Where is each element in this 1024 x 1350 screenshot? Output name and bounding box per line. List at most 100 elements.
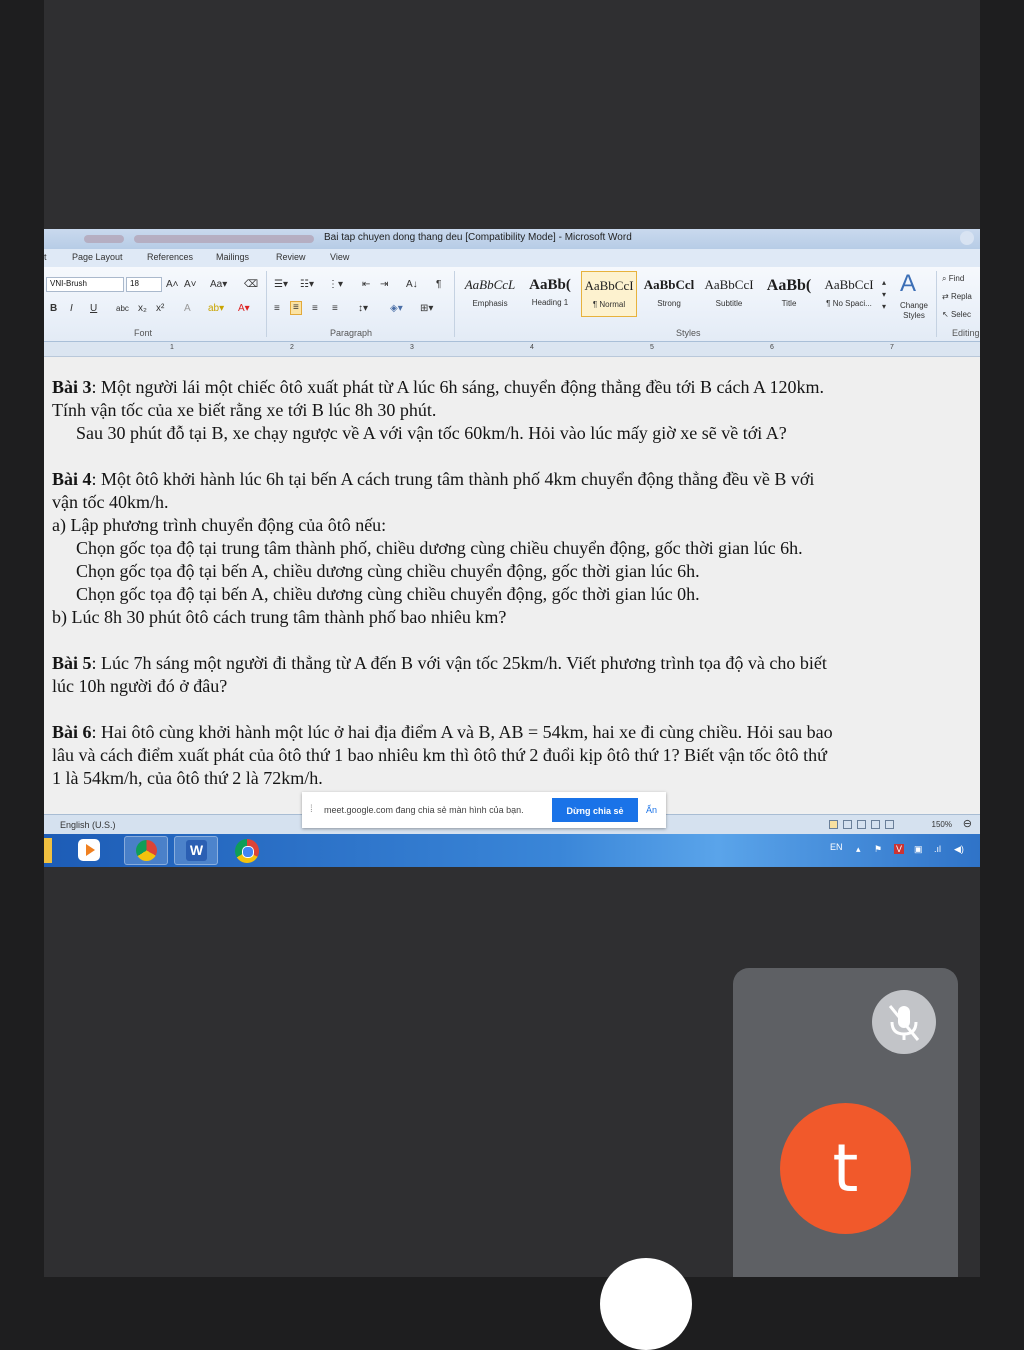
volume-icon[interactable]: ◀) — [954, 844, 964, 855]
shading-icon[interactable]: ◈▾ — [390, 303, 403, 315]
style-title[interactable]: AaBb( Title — [761, 271, 817, 317]
ruler-number: 3 — [410, 344, 414, 351]
stop-sharing-button[interactable]: Dừng chia sẻ — [552, 798, 638, 822]
clear-format-icon[interactable]: ⌫ — [244, 279, 258, 291]
align-left-icon[interactable]: ≡ — [274, 303, 280, 315]
horizontal-ruler[interactable]: 1 2 3 4 5 6 7 — [44, 342, 980, 357]
subscript-icon[interactable]: x₂ — [138, 303, 147, 315]
chrome-icon[interactable] — [235, 839, 259, 863]
tab-mailings[interactable]: Mailings — [216, 252, 249, 262]
select-button[interactable]: ↖ Selec — [942, 309, 971, 321]
bai4-line3: a) Lập phương trình chuyển động của ôtô … — [52, 515, 387, 535]
change-styles-icon[interactable]: A — [900, 271, 916, 297]
bai4-line2: vận tốc 40km/h. — [52, 492, 169, 512]
font-name-box[interactable]: VNI-Brush — [46, 277, 124, 292]
folder-icon[interactable] — [44, 838, 52, 863]
strikethrough-icon[interactable]: abc — [116, 303, 129, 315]
style-strong[interactable]: AaBbCcl Strong — [641, 271, 697, 317]
word-icon: W — [186, 840, 207, 861]
control-button[interactable] — [600, 1258, 692, 1350]
document-page[interactable]: Bài 3: Một người lái một chiếc ôtô xuất … — [44, 357, 980, 812]
styles-scroll-icon[interactable]: ▴ ▾ ▾ — [882, 277, 886, 313]
taskbar-chrome-window[interactable] — [124, 836, 168, 865]
zoom-out-icon[interactable]: ⊖ — [963, 818, 972, 830]
bold-icon[interactable]: B — [50, 303, 57, 315]
style-subtitle[interactable]: AaBbCcI Subtitle — [701, 271, 757, 317]
ruler-number: 5 — [650, 344, 654, 351]
superscript-icon[interactable]: x² — [156, 303, 164, 315]
change-case-icon[interactable]: Aa▾ — [210, 279, 227, 291]
numbering-icon[interactable]: ☷▾ — [300, 279, 314, 291]
multilevel-list-icon[interactable]: ⋮▾ — [328, 279, 343, 291]
tab-partial[interactable]: t — [44, 252, 47, 262]
align-right-icon[interactable]: ≡ — [312, 303, 318, 315]
bullets-icon[interactable]: ☰▾ — [274, 279, 288, 291]
action-center-icon[interactable]: ⚑ — [874, 844, 882, 855]
bai4-line6: Chọn gốc tọa độ tại bến A, chiều dương c… — [76, 584, 700, 604]
style-heading-1[interactable]: AaBb( Heading 1 — [522, 271, 578, 317]
media-player-icon[interactable] — [78, 839, 100, 861]
font-group-label: Font — [134, 328, 153, 338]
style-name: Title — [781, 299, 797, 308]
italic-icon[interactable]: I — [70, 303, 73, 315]
font-size-box[interactable]: 18 — [126, 277, 162, 292]
show-marks-icon[interactable]: ¶ — [436, 279, 441, 291]
replace-icon: ⇄ — [942, 292, 951, 301]
style-emphasis[interactable]: AaBbCcL Emphasis — [462, 271, 518, 317]
tab-page-layout[interactable]: Page Layout — [72, 252, 123, 262]
style-name: ¶ Normal — [592, 300, 626, 309]
bai3-line1: Bài 3: Một người lái một chiếc ôtô xuất … — [52, 376, 824, 399]
style-normal[interactable]: AaBbCcI ¶ Normal — [581, 271, 637, 317]
editing-group-label: Editing — [952, 328, 980, 338]
hide-banner-link[interactable]: Ẩn — [646, 805, 657, 815]
outline-icon[interactable] — [871, 820, 880, 829]
borders-icon[interactable]: ⊞▾ — [420, 303, 433, 315]
draft-icon[interactable] — [885, 820, 894, 829]
network-monitor-icon[interactable]: ▣ — [914, 844, 923, 855]
shared-screen: Bai tap chuyen dong thang deu [Compatibi… — [44, 229, 980, 867]
style-preview: AaBbCcI — [824, 277, 874, 292]
increase-indent-icon[interactable]: ⇥ — [380, 279, 388, 291]
bai5-line2: lúc 10h người đó ở đâu? — [52, 676, 228, 696]
tab-references[interactable]: References — [147, 252, 193, 262]
underline-icon[interactable]: U — [90, 303, 97, 315]
tab-review[interactable]: Review — [276, 252, 306, 262]
justify-icon[interactable]: ≡ — [332, 303, 338, 315]
print-layout-icon[interactable] — [829, 820, 838, 829]
bai6-line2: lâu và cách điểm xuất phát của ôtô thứ 1… — [52, 745, 827, 765]
ribbon-tabs: t Page Layout References Mailings Review… — [44, 249, 980, 267]
web-layout-icon[interactable] — [857, 820, 866, 829]
tab-view[interactable]: View — [330, 252, 349, 262]
input-language[interactable]: EN — [830, 842, 843, 852]
change-styles-label[interactable]: Change Styles — [896, 301, 932, 321]
full-screen-reading-icon[interactable] — [843, 820, 852, 829]
sort-icon[interactable]: A↓ — [406, 279, 418, 291]
ruler-number: 4 — [530, 344, 534, 351]
grow-font-icon[interactable]: A˄ — [166, 279, 179, 291]
decrease-indent-icon[interactable]: ⇤ — [362, 279, 370, 291]
text-effects-icon[interactable]: A — [184, 303, 191, 315]
highlight-icon[interactable]: ab▾ — [208, 303, 224, 315]
antivirus-icon[interactable]: V — [894, 844, 905, 854]
drag-handle-icon[interactable]: ⁞ — [310, 804, 313, 815]
binoculars-icon: ⌕ — [942, 274, 949, 283]
bai4-line4: Chọn gốc tọa độ tại trung tâm thành phố,… — [76, 538, 803, 558]
signal-icon[interactable]: .ıl — [934, 844, 941, 854]
window-control-button[interactable] — [960, 231, 974, 245]
style-preview: AaBb( — [766, 277, 812, 294]
line-spacing-icon[interactable]: ↕▾ — [358, 303, 368, 315]
align-center-icon[interactable]: ≡ — [290, 301, 302, 315]
show-hidden-icons[interactable]: ▴ — [856, 844, 861, 855]
language-indicator[interactable]: English (U.S.) — [60, 820, 116, 830]
shrink-font-icon[interactable]: A˅ — [184, 279, 197, 291]
zoom-level[interactable]: 150% — [932, 820, 952, 829]
font-color-icon[interactable]: A▾ — [238, 303, 250, 315]
style-no-spacing[interactable]: AaBbCcI ¶ No Spaci... — [821, 271, 877, 317]
taskbar-word-window[interactable]: W — [174, 836, 218, 865]
find-button[interactable]: ⌕ Find — [942, 273, 964, 285]
replace-button[interactable]: ⇄ Repla — [942, 291, 972, 303]
style-name: Emphasis — [472, 299, 508, 308]
style-name: Subtitle — [715, 299, 743, 308]
paragraph-text: : Lúc 7h sáng một người đi thẳng từ A đế… — [91, 653, 827, 673]
exercise-label: Bài 4 — [52, 469, 92, 489]
